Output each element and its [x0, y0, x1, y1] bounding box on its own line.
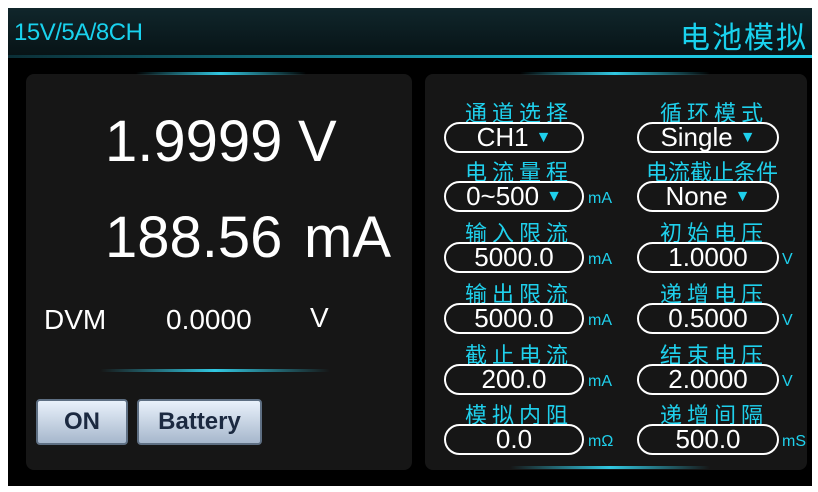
channel-select[interactable]: CH1 ▼ — [444, 122, 584, 153]
internal-resistance-value: 0.0 — [495, 424, 533, 454]
dvm-unit: V — [310, 302, 329, 333]
current-cutoff-condition-select[interactable]: None ▼ — [637, 181, 779, 212]
left-divider — [100, 369, 330, 372]
dropdown-triangle-icon: ▼ — [535, 128, 552, 146]
step-interval-field[interactable]: 500.0 — [637, 424, 779, 455]
current-range-select[interactable]: 0~500 ▼ — [444, 181, 584, 212]
settings-top-glow — [520, 72, 710, 75]
dropdown-triangle-icon: ▼ — [734, 187, 751, 205]
voltage-unit: V — [298, 109, 337, 174]
initial-voltage-value: 1.0000 — [668, 242, 748, 272]
channel-select-value: CH1 — [476, 122, 529, 152]
step-interval-value: 500.0 — [675, 424, 741, 454]
internal-resistance-unit: mΩ — [588, 433, 614, 450]
loop-mode-select[interactable]: Single ▼ — [637, 122, 779, 153]
current-range-select-value: 0~500 — [466, 181, 540, 211]
input-limit-value: 5000.0 — [474, 242, 554, 272]
loop-mode-select-value: Single — [660, 122, 733, 152]
output-limit-field[interactable]: 5000.0 — [444, 303, 584, 334]
step-voltage-value: 0.5000 — [668, 303, 748, 333]
initial-voltage-field[interactable]: 1.0000 — [637, 242, 779, 273]
current-cutoff-condition-select-value: None — [665, 181, 728, 211]
end-voltage-unit: V — [782, 373, 793, 390]
panel-top-glow — [136, 72, 306, 75]
current-range-unit: mA — [588, 190, 612, 207]
current-unit: mA — [304, 205, 391, 270]
on-button[interactable]: ON — [36, 399, 128, 445]
end-voltage-value: 2.0000 — [668, 364, 748, 394]
page-title: 电池模拟 — [680, 22, 808, 55]
voltage-value: 1.9999 — [105, 109, 283, 174]
step-interval-unit: mS — [782, 433, 806, 450]
step-voltage-field[interactable]: 0.5000 — [637, 303, 779, 334]
end-voltage-field[interactable]: 2.0000 — [637, 364, 779, 395]
input-limit-field[interactable]: 5000.0 — [444, 242, 584, 273]
model-label: 15V/5A/8CH — [14, 19, 143, 46]
settings-bottom-glow — [510, 466, 710, 469]
output-limit-value: 5000.0 — [474, 303, 554, 333]
dropdown-triangle-icon: ▼ — [546, 187, 562, 205]
input-limit-unit: mA — [588, 251, 612, 268]
step-voltage-unit: V — [782, 312, 793, 329]
cutoff-current-field[interactable]: 200.0 — [444, 364, 584, 395]
cutoff-current-value: 200.0 — [481, 364, 547, 394]
dvm-value: 0.0000 — [166, 304, 252, 335]
dvm-label: DVM — [44, 304, 107, 335]
initial-voltage-unit: V — [782, 251, 793, 268]
title-underline — [8, 55, 812, 58]
internal-resistance-field[interactable]: 0.0 — [444, 424, 584, 455]
cutoff-current-unit: mA — [588, 373, 612, 390]
output-limit-unit: mA — [588, 312, 612, 329]
battery-button[interactable]: Battery — [137, 399, 262, 445]
current-value: 188.56 — [105, 205, 283, 270]
dropdown-triangle-icon: ▼ — [739, 128, 756, 146]
